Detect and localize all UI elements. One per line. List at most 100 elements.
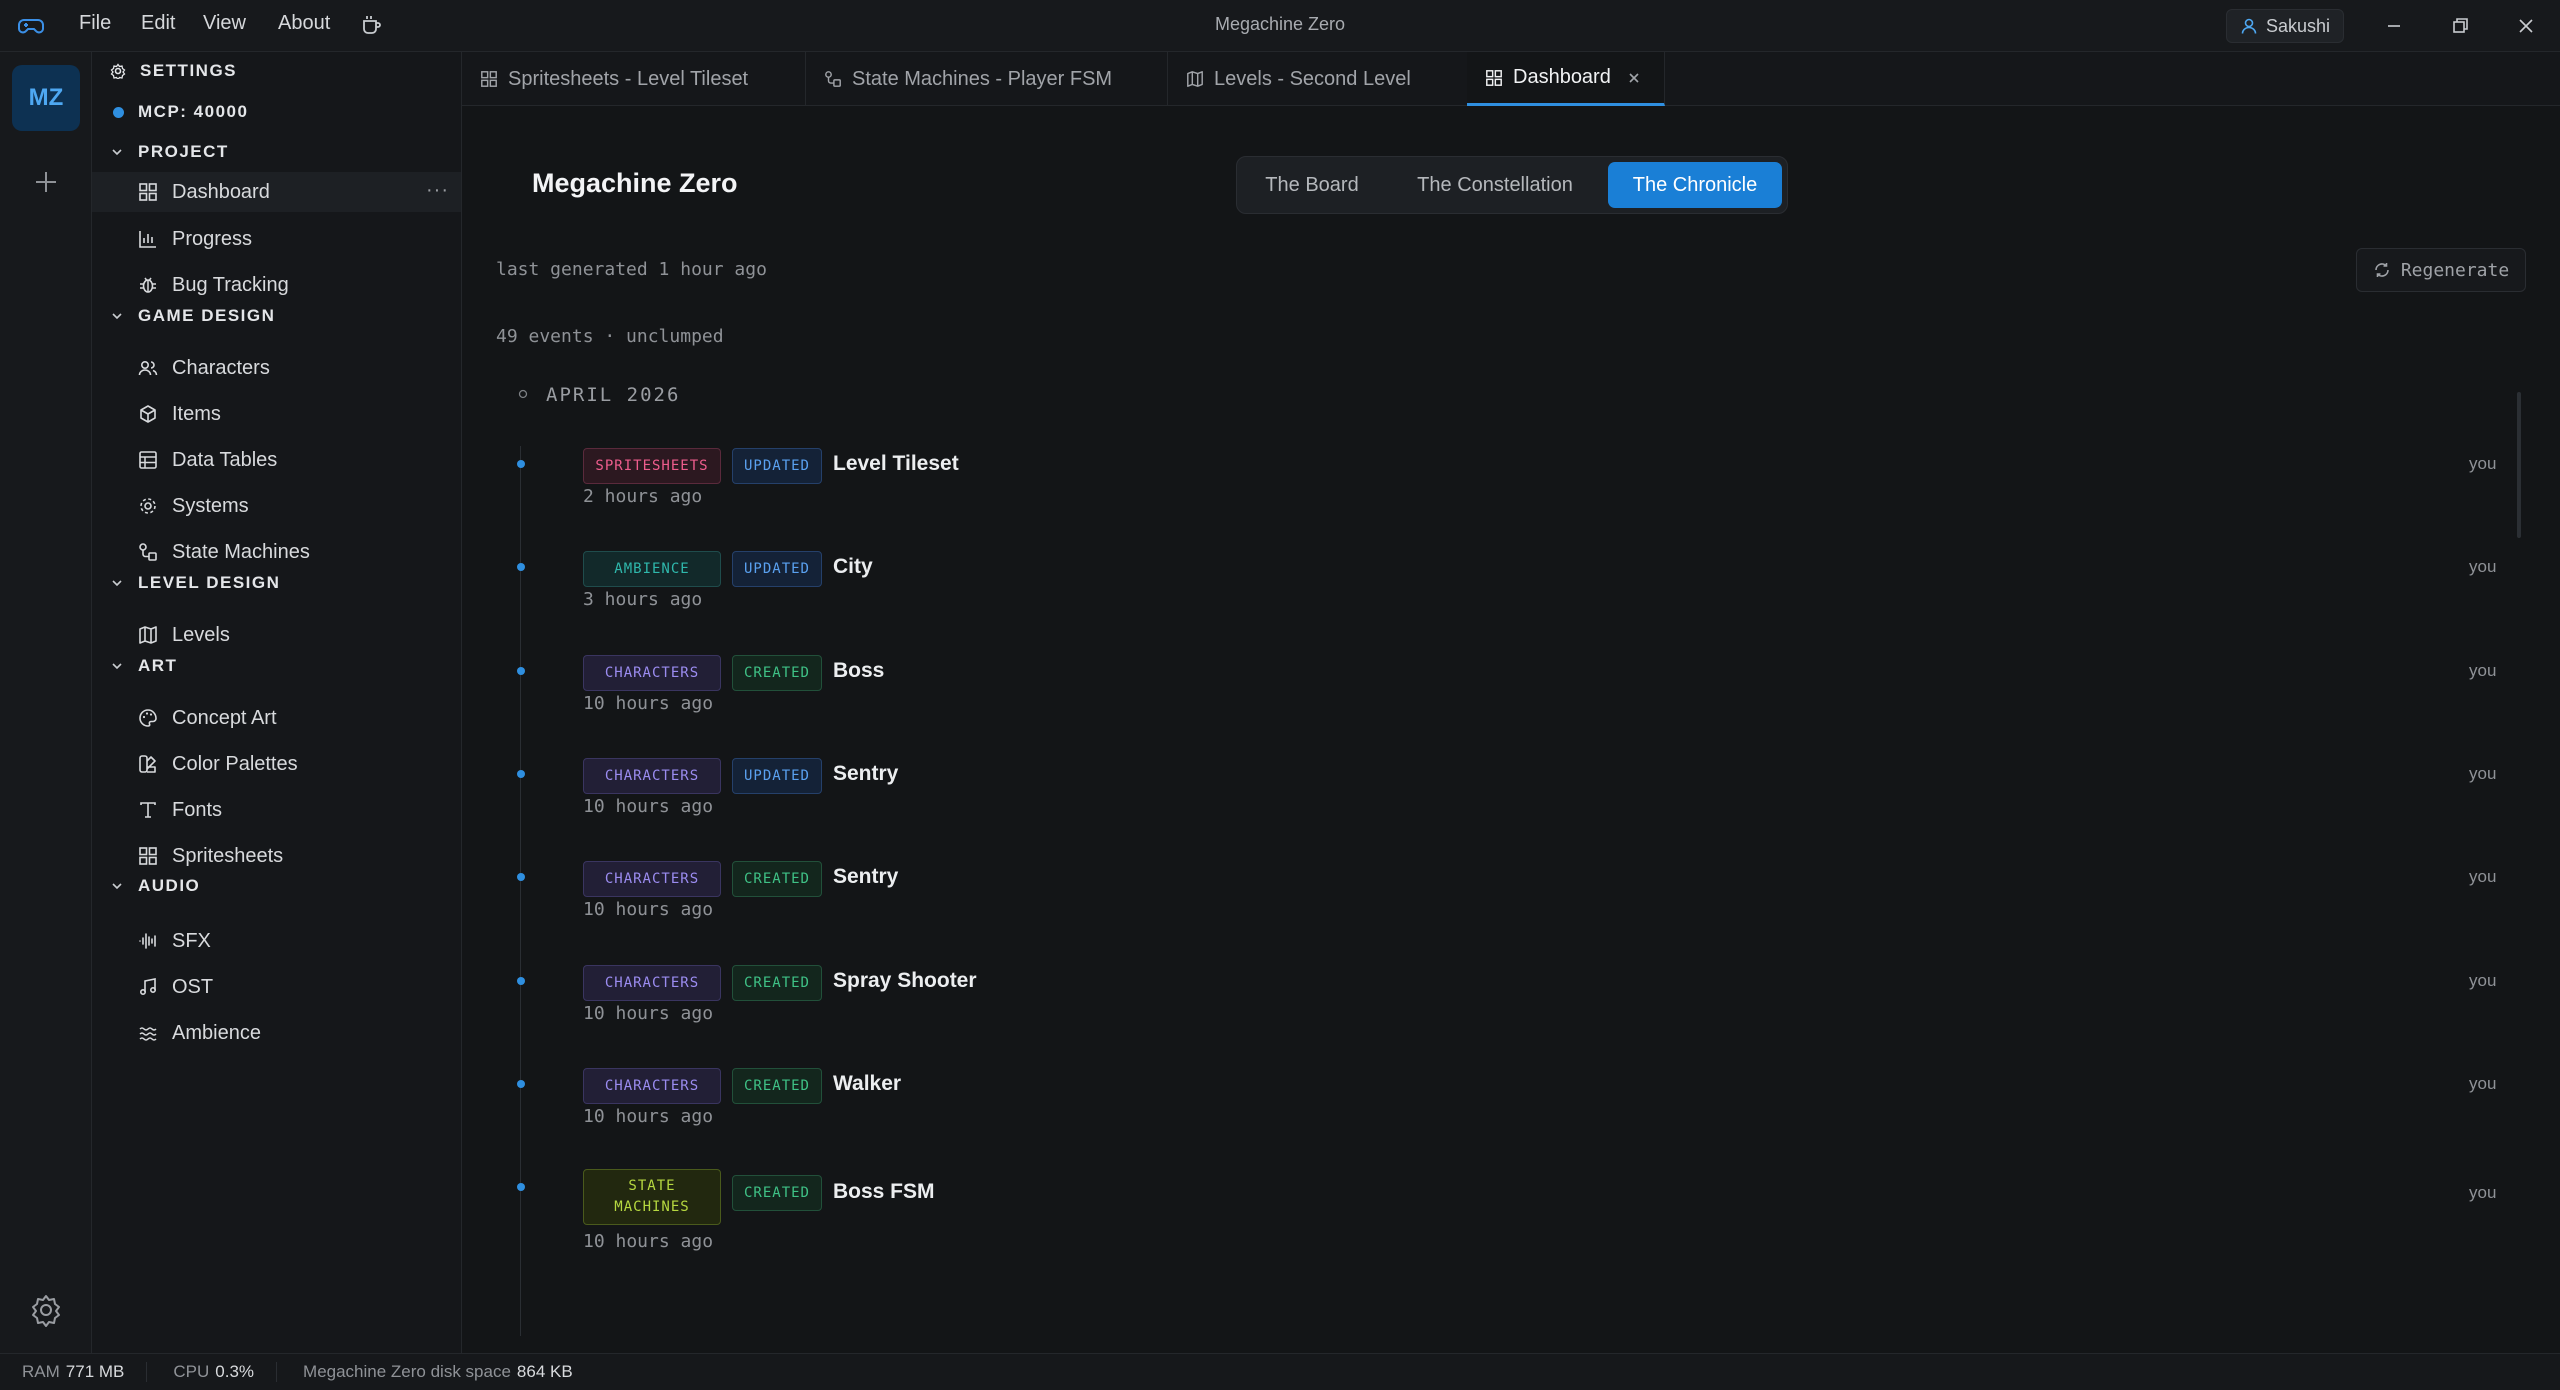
minimize-icon[interactable] bbox=[2380, 12, 2408, 40]
category-badge: CHARACTERS bbox=[583, 1068, 721, 1104]
sidebar-item-levels[interactable]: Levels bbox=[92, 615, 461, 655]
sidebar-item-label: Ambience bbox=[172, 1021, 261, 1044]
timeline-event[interactable]: SPRITESHEETS UPDATED Level Tileset 2 hours … bbox=[462, 448, 2522, 560]
view-the-board[interactable]: The Board bbox=[1242, 162, 1382, 208]
event-time: 10 hours ago bbox=[583, 1003, 714, 1024]
user-account-button[interactable]: Sakushi bbox=[2226, 9, 2344, 43]
menu-file[interactable]: File bbox=[79, 12, 111, 35]
sidebar-item-label: Dashboard bbox=[172, 180, 270, 203]
sidebar-item-fonts[interactable]: Fonts bbox=[92, 790, 461, 830]
timeline-dot bbox=[517, 563, 525, 571]
close-window-icon[interactable] bbox=[2512, 12, 2540, 40]
mcp-status-dot bbox=[113, 106, 124, 118]
event-title[interactable]: Boss FSM bbox=[833, 1180, 935, 1204]
view-the-chronicle[interactable]: The Chronicle bbox=[1608, 162, 1782, 208]
menu-about[interactable]: About bbox=[278, 12, 330, 35]
sidebar-settings[interactable]: SETTINGS bbox=[110, 57, 237, 85]
disk-label: Megachine Zero disk space bbox=[303, 1362, 511, 1381]
sidebar-item-data-tables[interactable]: Data Tables bbox=[92, 440, 461, 480]
menu-edit[interactable]: Edit bbox=[141, 12, 175, 35]
sidebar-item-label: Items bbox=[172, 402, 221, 425]
event-user: you bbox=[2469, 557, 2497, 576]
sidebar-item-progress[interactable]: Progress bbox=[92, 219, 461, 259]
section-game-design[interactable]: GAME DESIGN bbox=[110, 302, 275, 330]
event-title[interactable]: Walker bbox=[833, 1072, 901, 1096]
tab-label: Dashboard bbox=[1513, 66, 1611, 88]
map-icon bbox=[1187, 71, 1203, 87]
category-badge: CHARACTERS bbox=[583, 965, 721, 1001]
sidebar-item-characters[interactable]: Characters bbox=[92, 348, 461, 388]
sidebar-item-concept-art[interactable]: Concept Art bbox=[92, 698, 461, 738]
grid-icon bbox=[481, 71, 497, 87]
view-the-constellation[interactable]: The Constellation bbox=[1388, 162, 1602, 208]
timeline-dot bbox=[517, 667, 525, 675]
event-user: you bbox=[2469, 1074, 2497, 1093]
gear-icon[interactable] bbox=[28, 1292, 64, 1328]
timeline-event[interactable]: CHARACTERS CREATED Spray Shooter 10 hours a… bbox=[462, 965, 2522, 1077]
sidebar-item-color-palettes[interactable]: Color Palettes bbox=[92, 744, 461, 784]
month-heading: APRIL 2026 bbox=[546, 384, 681, 406]
action-badge: CREATED bbox=[732, 1175, 822, 1211]
sidebar-mcp-status[interactable]: MCP: 40000 bbox=[110, 98, 248, 126]
event-title[interactable]: Boss bbox=[833, 659, 884, 683]
sidebar-item-label: Characters bbox=[172, 356, 270, 379]
bug-icon bbox=[140, 277, 156, 293]
timeline-event[interactable]: AMBIENCE UPDATED City 3 hours ago you bbox=[462, 551, 2522, 663]
last-generated-text: last generated 1 hour ago bbox=[496, 259, 767, 280]
timeline-event[interactable]: CHARACTERS CREATED Walker 10 hours ago you bbox=[462, 1068, 2522, 1180]
event-title[interactable]: Level Tileset bbox=[833, 452, 959, 476]
type-icon bbox=[140, 802, 156, 818]
music-note-icon bbox=[139, 978, 157, 996]
section-game-design-label: GAME DESIGN bbox=[138, 306, 276, 325]
menu-view[interactable]: View bbox=[203, 12, 246, 35]
section-project[interactable]: PROJECT bbox=[110, 138, 229, 166]
waves-icon bbox=[139, 1027, 157, 1041]
coffee-icon[interactable] bbox=[360, 13, 384, 37]
sidebar-item-items[interactable]: Items bbox=[92, 394, 461, 434]
sidebar-item-state-machines[interactable]: State Machines bbox=[92, 532, 461, 572]
event-title[interactable]: Sentry bbox=[833, 762, 898, 786]
sidebar-item-label: Progress bbox=[172, 227, 253, 250]
tab-state-machines-player-fsm[interactable]: State Machines - Player FSM bbox=[806, 52, 1168, 106]
chevron-down-icon bbox=[112, 883, 122, 890]
section-audio[interactable]: AUDIO bbox=[110, 872, 200, 900]
page-title: Megachine Zero bbox=[532, 168, 738, 198]
sidebar-item-dashboard[interactable]: Dashboard ··· bbox=[92, 172, 461, 212]
event-title[interactable]: Spray Shooter bbox=[833, 969, 977, 993]
timeline-event[interactable]: STATE MACHINES CREATED Boss FSM 10 hours ag… bbox=[462, 1169, 2522, 1283]
sidebar-item-systems[interactable]: Systems bbox=[92, 486, 461, 526]
section-level-design[interactable]: LEVEL DESIGN bbox=[110, 569, 280, 597]
tab-dashboard[interactable]: Dashboard bbox=[1467, 52, 1665, 106]
action-badge: CREATED bbox=[732, 861, 822, 897]
tab-label: Levels - Second Level bbox=[1214, 67, 1411, 90]
chevron-down-icon bbox=[112, 149, 122, 156]
sidebar-item-bug-tracking[interactable]: Bug Tracking bbox=[92, 265, 461, 305]
event-title[interactable]: City bbox=[833, 555, 873, 579]
timeline-event[interactable]: CHARACTERS UPDATED Sentry 10 hours ago you bbox=[462, 758, 2522, 870]
sidebar-item-sfx[interactable]: SFX bbox=[92, 921, 461, 961]
tab-label: Spritesheets - Level Tileset bbox=[508, 67, 749, 90]
more-options-icon[interactable]: ··· bbox=[426, 179, 449, 202]
restore-icon[interactable] bbox=[2446, 12, 2474, 40]
sidebar-item-spritesheets[interactable]: Spritesheets bbox=[92, 836, 461, 876]
close-tab-icon[interactable] bbox=[1627, 71, 1641, 85]
mcp-label: MCP: 40000 bbox=[138, 102, 249, 121]
event-count-text: 49 events · unclumped bbox=[496, 326, 724, 347]
project-avatar[interactable]: MZ bbox=[12, 65, 80, 131]
gamepad-logo-icon[interactable] bbox=[18, 14, 44, 38]
timeline-event[interactable]: CHARACTERS CREATED Boss 10 hours ago you bbox=[462, 655, 2522, 767]
table-icon bbox=[139, 451, 157, 469]
section-art[interactable]: ART bbox=[110, 652, 177, 680]
timeline-event[interactable]: CHARACTERS CREATED Sentry 10 hours ago you bbox=[462, 861, 2522, 973]
tab-spritesheets-level-tileset[interactable]: Spritesheets - Level Tileset bbox=[462, 52, 806, 106]
action-badge: CREATED bbox=[732, 655, 822, 691]
tab-levels-second-level[interactable]: Levels - Second Level bbox=[1168, 52, 1474, 106]
regenerate-button[interactable]: Regenerate bbox=[2356, 248, 2526, 292]
event-title[interactable]: Sentry bbox=[833, 865, 898, 889]
tab-bar: Spritesheets - Level Tileset State Machi… bbox=[462, 52, 2560, 106]
add-project-icon[interactable] bbox=[26, 162, 66, 202]
refresh-icon bbox=[2375, 263, 2389, 277]
grid-icon bbox=[139, 847, 157, 865]
sidebar-item-ost[interactable]: OST bbox=[92, 967, 461, 1007]
sidebar-item-ambience[interactable]: Ambience bbox=[92, 1013, 461, 1053]
